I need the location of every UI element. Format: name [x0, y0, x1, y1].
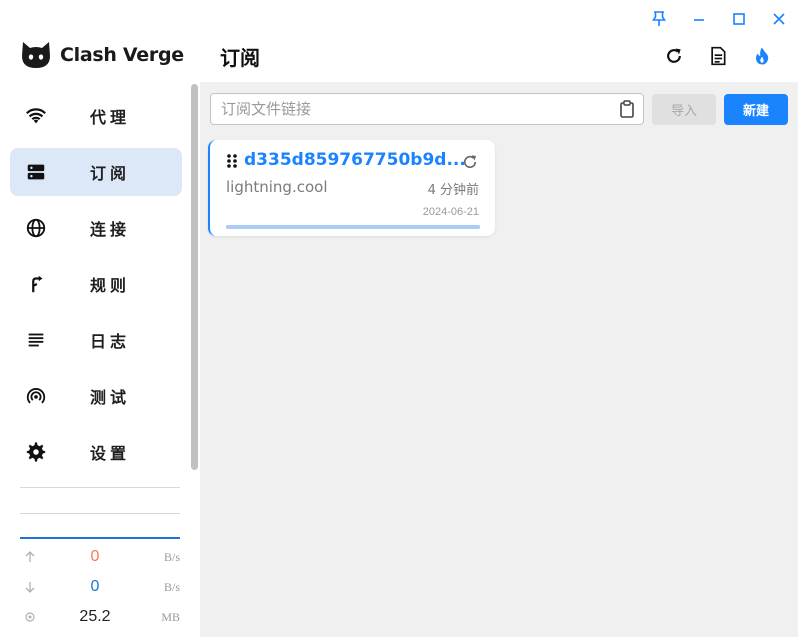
sidebar-item-test[interactable]: 测试: [10, 372, 182, 420]
subject-icon: [10, 329, 62, 351]
sidebar-item-label: 测试: [90, 388, 131, 407]
wifi-tethering-icon: [10, 385, 62, 407]
sidebar-item-proxy[interactable]: 代理: [10, 92, 182, 140]
drag-handle-icon[interactable]: [226, 153, 238, 173]
sidebar: Clash Verge 代理 订阅 连接 规则 日志 测试 设置 0 B/s 0…: [0, 0, 200, 637]
page-title: 订阅: [220, 46, 260, 70]
document-icon[interactable]: [706, 44, 730, 68]
upload-speed-value: 0: [90, 548, 100, 565]
new-button[interactable]: 新建: [724, 94, 788, 125]
profile-date: 2024-06-21: [422, 206, 479, 218]
page-header: 订阅: [200, 34, 798, 82]
sidebar-item-label: 连接: [90, 220, 131, 239]
header-actions: [662, 44, 774, 68]
window-controls: [648, 8, 790, 30]
app-name: Clash Verge: [60, 44, 184, 66]
subscription-url-input[interactable]: [221, 100, 611, 118]
memory-value: 25.2: [79, 608, 111, 625]
sidebar-item-label: 日志: [90, 332, 131, 351]
cat-logo-icon: [22, 42, 50, 68]
download-speed-unit: B/s: [163, 579, 180, 594]
traffic-graph-line: [20, 537, 180, 539]
gear-icon: [10, 441, 62, 463]
upload-speed-row: 0 B/s: [20, 545, 180, 569]
close-icon[interactable]: [768, 8, 790, 30]
download-speed-value: 0: [90, 578, 100, 595]
refresh-icon[interactable]: [662, 44, 686, 68]
profile-card[interactable]: d335d859767750b9d... lightning.cool 4 分钟…: [208, 140, 495, 236]
main-content: 导入 新建 d335d859767750b9d... lightning.coo…: [200, 82, 798, 637]
minimize-icon[interactable]: [688, 8, 710, 30]
memory-chip-icon: [20, 611, 40, 623]
sidebar-item-label: 设置: [90, 444, 131, 463]
app-logo: Clash Verge: [20, 40, 184, 70]
arrow-down-icon: [20, 581, 40, 593]
profile-host: lightning.cool: [226, 178, 328, 196]
refresh-icon[interactable]: [459, 151, 481, 173]
memory-unit: MB: [161, 609, 180, 624]
import-button[interactable]: 导入: [652, 94, 716, 125]
upload-speed-unit: B/s: [163, 549, 180, 564]
clipboard-icon[interactable]: [611, 100, 643, 118]
profile-usage-fill: [226, 225, 480, 229]
wifi-icon: [10, 105, 62, 127]
fork-right-icon: [10, 273, 62, 295]
sidebar-item-settings[interactable]: 设置: [10, 428, 182, 476]
sidebar-item-label: 规则: [90, 276, 131, 295]
pin-icon[interactable]: [648, 8, 670, 30]
arrow-up-icon: [20, 551, 40, 563]
profile-name: d335d859767750b9d...: [244, 150, 466, 170]
dns-icon: [10, 161, 62, 183]
globe-icon: [10, 217, 62, 239]
profile-updated-time: 4 分钟前: [427, 183, 479, 198]
sidebar-item-label: 代理: [90, 108, 131, 127]
profile-usage-bar: [226, 225, 480, 229]
sidebar-nav: 代理 订阅 连接 规则 日志 测试 设置: [10, 92, 182, 484]
memory-row: 25.2 MB: [20, 605, 180, 629]
sidebar-divider: [20, 487, 180, 488]
sidebar-divider: [20, 513, 180, 514]
download-speed-row: 0 B/s: [20, 575, 180, 599]
subscription-url-box: [210, 93, 644, 125]
sidebar-item-profiles[interactable]: 订阅: [10, 148, 182, 196]
sidebar-item-rules[interactable]: 规则: [10, 260, 182, 308]
sidebar-item-label: 订阅: [90, 164, 131, 183]
sidebar-item-logs[interactable]: 日志: [10, 316, 182, 364]
maximize-icon[interactable]: [728, 8, 750, 30]
sidebar-item-connections[interactable]: 连接: [10, 204, 182, 252]
fire-icon[interactable]: [750, 44, 774, 68]
sidebar-scrollbar[interactable]: [191, 84, 198, 470]
